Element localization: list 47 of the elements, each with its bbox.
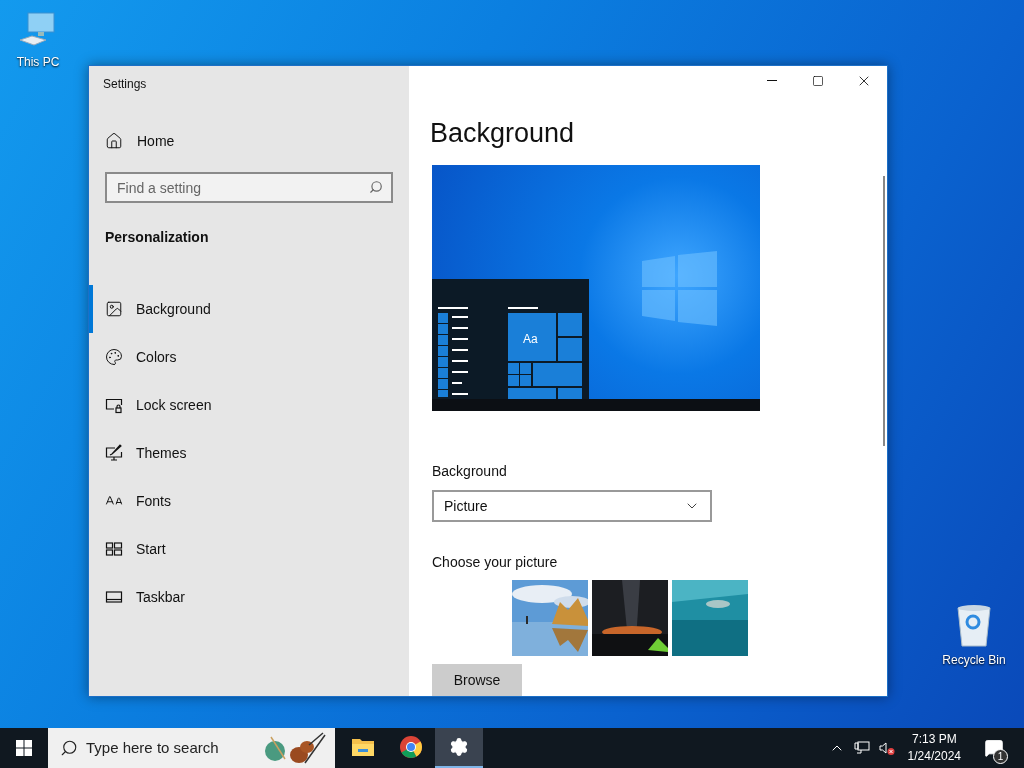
picture-icon	[105, 300, 123, 318]
window-title: Settings	[102, 76, 148, 92]
scrollbar[interactable]	[883, 176, 885, 446]
search-icon	[369, 180, 383, 194]
search-icon	[60, 739, 78, 757]
nav-item[interactable]: Themes	[89, 429, 409, 477]
home-link[interactable]: Home	[89, 129, 409, 153]
brush-monitor-icon	[105, 444, 123, 462]
notification-count: 1	[993, 749, 1008, 764]
clock-date[interactable]: 1/24/2024	[907, 748, 961, 765]
windows-logo-icon	[642, 251, 717, 326]
nav-item[interactable]: Fonts	[89, 477, 409, 525]
recycle-bin-icon	[954, 604, 994, 648]
windows-logo-icon	[16, 740, 32, 756]
nav-item[interactable]: Colors	[89, 333, 409, 381]
icon-label: Recycle Bin	[942, 652, 1006, 668]
notifications-button[interactable]: 1	[974, 728, 1014, 768]
desktop-icon[interactable]: Recycle Bin	[936, 604, 1012, 668]
tiles-icon	[105, 540, 123, 558]
message-icon	[984, 738, 1004, 758]
field-label: Background	[432, 462, 508, 481]
taskbar-search-field[interactable]: Type here to search	[48, 728, 335, 768]
field-label: Choose your picture	[432, 553, 559, 572]
background-dropdown[interactable]: Picture	[432, 490, 712, 522]
gear-icon	[449, 737, 469, 757]
minimize-icon	[767, 80, 777, 81]
chrome-icon	[399, 735, 423, 759]
nav-item[interactable]: Taskbar	[89, 573, 409, 621]
taskbar-app[interactable]	[435, 728, 483, 768]
folder-icon	[351, 737, 375, 757]
maximize-icon	[812, 74, 824, 87]
taskbar-icon	[105, 588, 123, 606]
nav-item[interactable]: Lock screen	[89, 381, 409, 429]
network-icon[interactable]	[853, 740, 870, 756]
search-field[interactable]: Find a setting	[105, 172, 393, 203]
screen-lock-icon	[105, 396, 123, 414]
palette-icon	[105, 348, 123, 366]
icon-label: This PC	[16, 54, 60, 70]
browse-button[interactable]: Browse	[432, 664, 522, 696]
clock-time[interactable]: 7:13 PM	[911, 731, 957, 748]
page-title: Background	[430, 117, 576, 150]
muted-speaker-icon[interactable]	[878, 740, 895, 756]
home-icon	[105, 132, 123, 150]
search-input[interactable]: Type here to search	[86, 736, 253, 760]
tile-text: Aa	[523, 331, 538, 347]
section-heading: Personalization	[104, 228, 210, 247]
nav-item[interactable]: Start	[89, 525, 409, 573]
